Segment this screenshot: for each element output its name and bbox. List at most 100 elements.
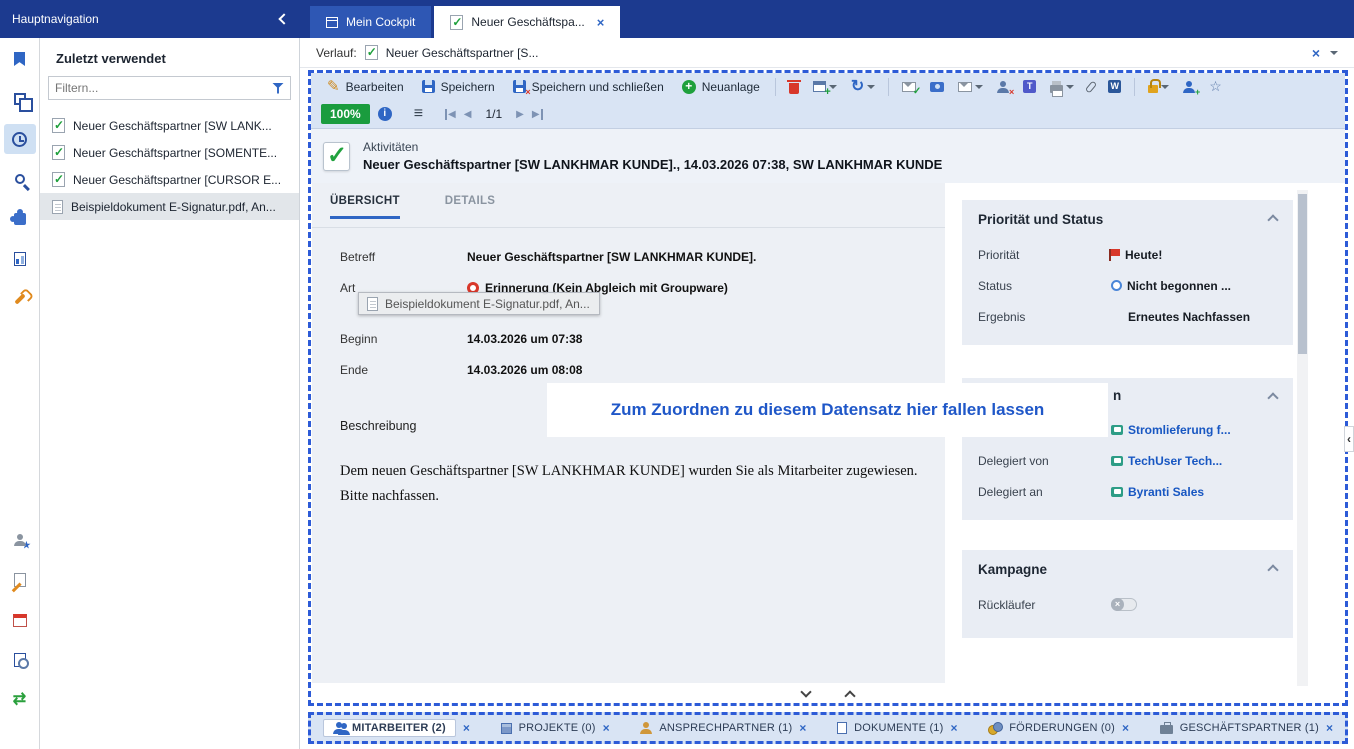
tab-close-icon[interactable]: × (603, 721, 610, 735)
sidebar-item-notes[interactable] (4, 565, 36, 595)
right-panel-expand-handle[interactable]: ‹ (1344, 426, 1354, 452)
word-export-button[interactable] (1102, 75, 1127, 99)
beginn-value: 14.03.2026 um 07:38 (467, 332, 582, 346)
tab-close-icon[interactable]: × (597, 15, 605, 30)
save-button[interactable]: Speichern (414, 75, 503, 99)
tab-details[interactable]: DETAILS (445, 195, 495, 219)
filter-icon[interactable] (272, 83, 284, 94)
sidebar-item-windows[interactable] (4, 84, 36, 114)
add-contact-button[interactable]: + (1177, 75, 1201, 99)
row-value[interactable]: TechUser Tech... (1111, 454, 1277, 468)
filter-input[interactable] (55, 81, 272, 95)
row-ruecklaeufer: Rückläufer (978, 589, 1277, 620)
activity-record-icon (323, 142, 350, 171)
row-value-text: Byranti Sales (1128, 485, 1204, 499)
record-category: Aktivitäten (363, 140, 942, 154)
tab-mitarbeiter[interactable]: MITARBEITER (2) × (323, 719, 470, 737)
row-label: Rückläufer (978, 598, 1111, 612)
teams-button[interactable] (1017, 75, 1042, 99)
tab-close-icon[interactable]: × (951, 721, 958, 735)
sidebar-item-history[interactable] (4, 124, 36, 154)
send-mail-button[interactable] (952, 75, 989, 99)
dropdown-icon (829, 85, 837, 89)
chevron-down-icon[interactable] (800, 686, 811, 697)
next-page-icon[interactable]: ▶ (516, 109, 524, 120)
lock-icon (1148, 85, 1158, 93)
list-item[interactable]: Neuer Geschäftspartner [CURSOR E... (40, 166, 299, 193)
tab-geschaeftspartner[interactable]: GESCHÄFTSPARTNER (1) × (1160, 721, 1333, 735)
flag-icon (1111, 249, 1120, 256)
new-record-button[interactable]: Neuanlage (674, 75, 768, 99)
tab-foerderungen[interactable]: FÖRDERUNGEN (0) × (988, 721, 1129, 735)
report-icon (14, 252, 26, 266)
tab-mein-cockpit[interactable]: Mein Cockpit (310, 6, 431, 38)
chevron-up-icon[interactable] (844, 690, 855, 701)
section-header: Priorität und Status (978, 212, 1277, 227)
previous-page-icon[interactable]: ◀ (464, 109, 472, 120)
sidebar-item-addons[interactable] (4, 204, 36, 234)
beschreibung-text: Dem neuen Geschäftspartner [SW LANKHMAR … (340, 459, 922, 509)
last-page-icon[interactable]: ▶ (532, 109, 543, 120)
row-value[interactable]: Stromlieferung f... (1111, 423, 1277, 437)
sidebar-item-contact-star[interactable]: ★ (4, 525, 36, 555)
history-dropdown-icon[interactable] (1330, 51, 1338, 55)
history-close-icon[interactable]: × (1312, 45, 1320, 61)
row-value[interactable]: Byranti Sales (1111, 485, 1277, 499)
sidebar-item-bookmarks[interactable] (4, 44, 36, 74)
section-kampagne: Kampagne Rückläufer (962, 550, 1293, 638)
tools-icon (14, 293, 25, 304)
application-window: Hauptnavigation Mein Cockpit Neuer Gesch… (0, 0, 1354, 749)
favorite-button[interactable] (1203, 75, 1228, 99)
vertical-scrollbar[interactable] (1297, 190, 1308, 686)
collapse-section-icon[interactable] (1267, 392, 1278, 403)
attachment-button[interactable] (1082, 75, 1100, 99)
list-item[interactable]: Beispieldokument E-Signatur.pdf, An... (40, 193, 299, 220)
info-icon[interactable] (378, 107, 392, 121)
tab-close-icon[interactable]: × (1326, 721, 1333, 735)
history-entry[interactable]: Neuer Geschäftspartner [S... (386, 46, 539, 60)
print-button[interactable] (1044, 75, 1080, 99)
scrollbar-thumb[interactable] (1298, 194, 1307, 354)
tab-ansprechpartner[interactable]: ANSPRECHPARTNER (1) × (640, 721, 806, 735)
tab-close-icon[interactable]: × (799, 721, 806, 735)
sidebar-item-tools[interactable] (4, 284, 36, 314)
edit-button[interactable]: Bearbeiten (319, 75, 412, 99)
collapse-navigation-icon[interactable] (278, 13, 289, 24)
sidebar-item-reports[interactable] (4, 244, 36, 274)
tab-uebersicht[interactable]: ÜBERSICHT (330, 195, 400, 219)
mail-confirm-button[interactable] (896, 75, 922, 99)
snapshot-button[interactable] (924, 75, 950, 99)
contact-icon (640, 722, 652, 734)
collapse-section-icon[interactable] (1267, 214, 1278, 225)
add-to-list-button[interactable] (807, 75, 843, 99)
remove-contact-button[interactable]: × (991, 75, 1015, 99)
toggle-off-icon[interactable] (1111, 598, 1137, 611)
sidebar-item-calendar[interactable] (4, 605, 36, 635)
section-title: Kampagne (978, 562, 1047, 577)
first-page-icon[interactable]: ◀ (445, 109, 456, 120)
bookmark-icon (14, 52, 25, 66)
sidebar-item-sync[interactable] (4, 685, 36, 715)
mail-check-icon (902, 82, 916, 92)
sidebar-item-search[interactable] (4, 164, 36, 194)
collapse-section-icon[interactable] (1267, 564, 1278, 575)
refresh-button[interactable] (845, 75, 881, 99)
save-close-icon: × (513, 80, 526, 93)
tab-record[interactable]: Neuer Geschäftspa... × (434, 6, 620, 38)
document-settings-icon (14, 653, 26, 667)
row-label: Ergebnis (978, 310, 1111, 324)
list-item[interactable]: Neuer Geschäftspartner [SW LANK... (40, 112, 299, 139)
sidebar-item-document-settings[interactable] (4, 645, 36, 675)
save-close-button[interactable]: × Speichern und schließen (505, 75, 672, 99)
tab-projekte[interactable]: PROJEKTE (0) × (501, 721, 610, 735)
tab-close-icon[interactable]: × (463, 721, 470, 735)
permissions-button[interactable] (1142, 75, 1175, 99)
delete-button[interactable] (783, 75, 805, 99)
tab-close-icon[interactable]: × (1122, 721, 1129, 735)
zoom-badge[interactable]: 100% (321, 104, 370, 124)
page-indicator: 1/1 (485, 107, 502, 121)
section-rows: Priorität Heute! Status Nicht begonnen .… (978, 239, 1277, 332)
tab-dokumente[interactable]: DOKUMENTE (1) × (837, 721, 957, 735)
menu-icon[interactable] (414, 106, 423, 122)
list-item[interactable]: Neuer Geschäftspartner [SOMENTE... (40, 139, 299, 166)
